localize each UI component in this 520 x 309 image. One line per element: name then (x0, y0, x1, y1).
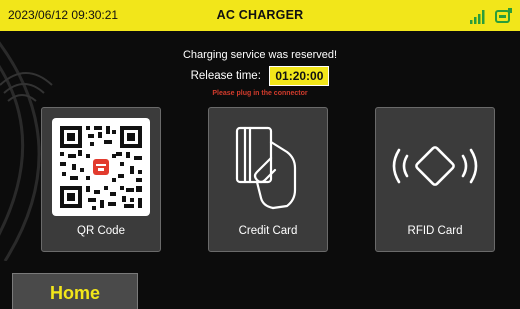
charger-screen: 2023/06/12 09:30:21 AC CHARGER Charging … (0, 0, 520, 309)
charger-plug-icon (495, 8, 512, 23)
home-button[interactable]: Home (12, 273, 138, 309)
credit-card-label: Credit Card (238, 225, 298, 237)
qr-code-button[interactable]: QR Code (41, 107, 161, 252)
status-bar: 2023/06/12 09:30:21 AC CHARGER (0, 0, 520, 31)
release-time-row: Release time: 01:20:00 (0, 66, 520, 86)
release-time-value: 01:20:00 (269, 66, 330, 86)
qr-code-icon (52, 118, 150, 216)
home-label: Home (49, 283, 100, 303)
credit-card-icon (235, 126, 297, 210)
reservation-message: Charging service was reserved! (182, 49, 338, 61)
signal-bars-icon (470, 10, 485, 24)
app-title: AC CHARGER (216, 8, 304, 22)
release-time-label: Release time: (190, 70, 261, 82)
rfid-card-label: RFID Card (407, 225, 463, 237)
plug-warning-message: Please plug in the connector (212, 90, 308, 97)
credit-card-button[interactable]: Credit Card (208, 107, 328, 252)
rfid-icon (392, 146, 478, 186)
rfid-card-button[interactable]: RFID Card (375, 107, 495, 252)
qr-code-label: QR Code (77, 225, 125, 237)
